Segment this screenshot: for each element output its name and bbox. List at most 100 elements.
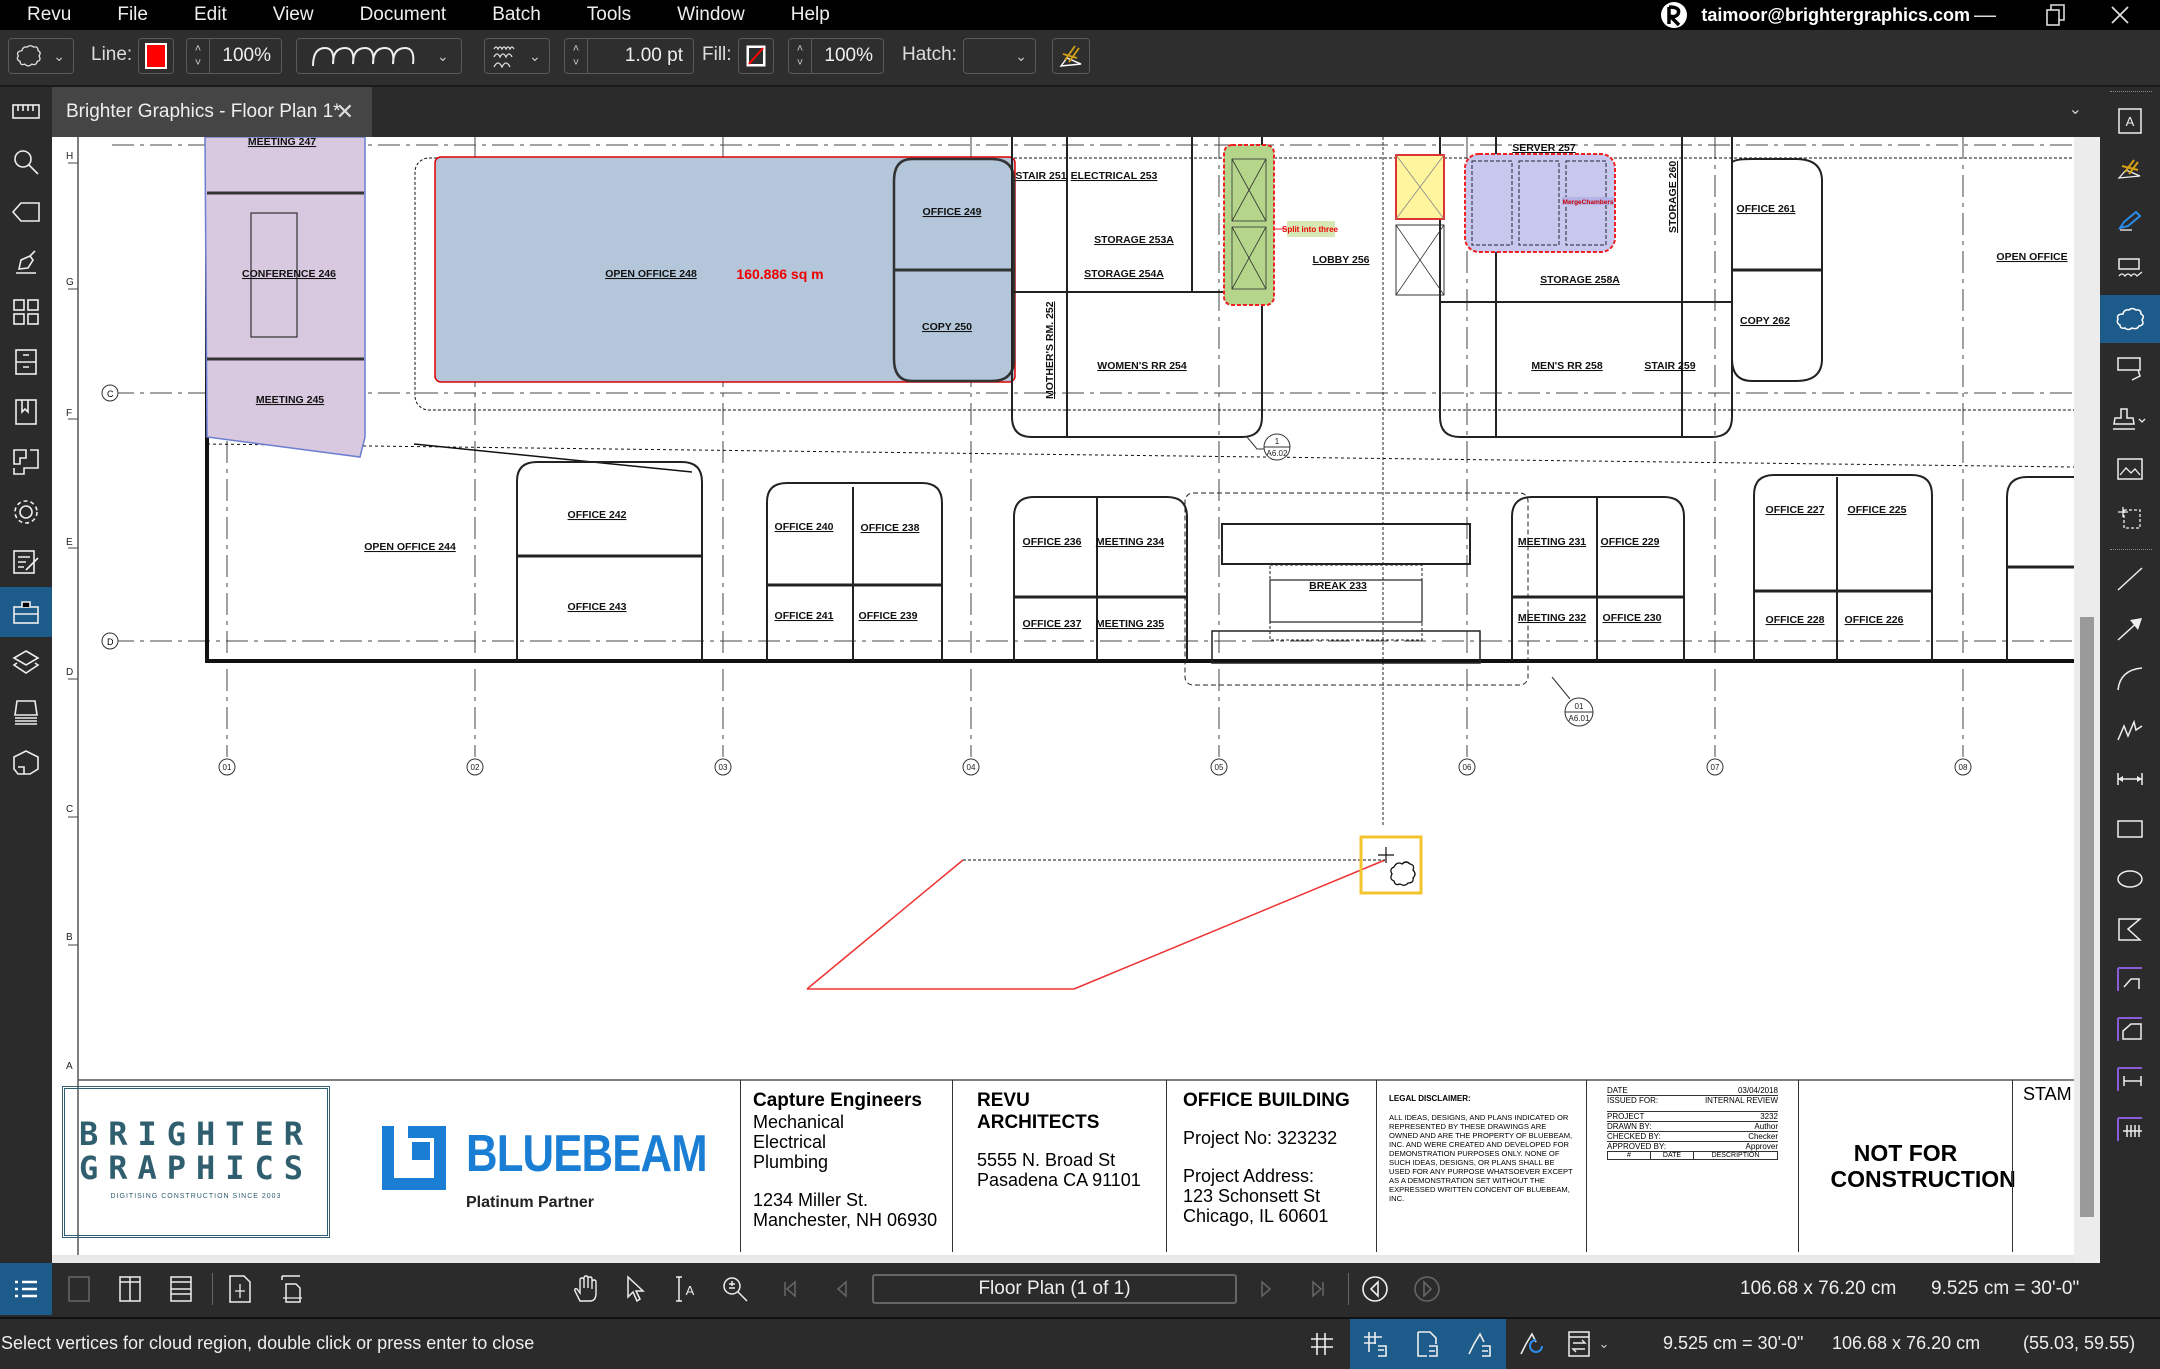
panel-list-button[interactable] [0,1263,52,1315]
menu-batch[interactable]: Batch [492,4,541,26]
format-painter-button[interactable] [1052,38,1090,74]
split-horizontal-button[interactable] [166,1273,196,1305]
zoom-tool-button[interactable] [720,1273,750,1305]
panel-measurements[interactable] [0,87,52,137]
single-page-view-button[interactable] [64,1273,94,1305]
polyline-tool[interactable] [2100,705,2160,753]
fill-opacity-field[interactable]: ˄ ˅ 100% [788,38,884,74]
panel-tool-chest[interactable] [0,587,52,637]
measure-length-tool[interactable] [2100,955,2160,1003]
line-style-dropdown[interactable]: ⌄ [296,38,462,74]
menu-file[interactable]: File [117,4,148,26]
panel-search[interactable] [0,137,52,187]
split-vertical-button[interactable] [115,1273,145,1305]
reuse-markup-toggle[interactable] [1506,1319,1558,1369]
next-page-button[interactable] [1254,1273,1278,1305]
bookmark-icon [15,399,37,425]
text-select-button[interactable]: A [670,1273,700,1305]
line-width-field[interactable]: ˄ ˅ 1.00 pt [564,38,694,74]
dimension-tool[interactable] [2100,755,2160,803]
fill-color-button[interactable] [738,38,774,74]
panel-signatures[interactable] [0,237,52,287]
rectangle-tool[interactable] [2100,805,2160,853]
menu-help[interactable]: Help [791,4,830,26]
drawing-sheet[interactable]: H G F E D C B A C D 01 02 03 04 05 06 07… [52,137,2074,1255]
panel-bookmarks[interactable] [0,387,52,437]
restore-button[interactable] [2036,0,2076,30]
scrollbar-thumb[interactable] [2080,617,2094,1217]
arrow-tool[interactable] [2100,605,2160,653]
scale-readout: 9.525 cm = 30'-0" [1931,1278,2080,1299]
hatch-dropdown[interactable]: ⌄ [963,38,1036,74]
panel-3d[interactable] [0,737,52,787]
image-icon [2117,458,2143,480]
measure-count-tool[interactable] [2100,1105,2160,1153]
image-tool[interactable] [2100,445,2160,493]
fit-width-button[interactable] [277,1273,307,1305]
snapshot-tool[interactable] [2100,495,2160,543]
menu-view[interactable]: View [273,4,314,26]
room-label: MEETING 231 [1518,536,1586,548]
menu-document[interactable]: Document [360,4,447,26]
menu-revu[interactable]: Revu [27,4,71,26]
menu-window[interactable]: Window [677,4,745,26]
line-opacity-field[interactable]: ˄ ˅ 100% [186,38,282,74]
next-view-button[interactable] [1412,1273,1442,1305]
measure-distance-tool[interactable] [2100,1055,2160,1103]
panel-properties[interactable] [0,487,52,537]
text-box-tool[interactable]: A [2100,97,2160,145]
first-page-button[interactable] [778,1273,802,1305]
arc-tool[interactable] [2100,655,2160,703]
measure-area-tool[interactable] [2100,1005,2160,1053]
highlight-tool[interactable] [2100,145,2160,193]
room-label: ELECTRICAL 253 [1071,170,1158,182]
fit-page-button[interactable] [225,1273,255,1305]
tabs-overflow-chevron-icon[interactable]: ⌄ [2069,99,2082,119]
panel-markups-list[interactable] [0,537,52,587]
snap-to-markup-toggle[interactable] [1454,1319,1506,1369]
sync-dropdown[interactable]: ⌄ [1558,1319,1618,1369]
row-label-f: F [66,408,72,419]
stamp-icon [2113,408,2146,430]
previous-view-button[interactable] [1360,1273,1390,1305]
menu-edit[interactable]: Edit [194,4,227,26]
callout-tool[interactable] [2100,345,2160,393]
panel-spaces[interactable] [0,437,52,487]
panel-file-access[interactable] [0,337,52,387]
close-window-button[interactable] [2100,0,2140,30]
line-color-button[interactable] [138,38,174,74]
snap-to-grid-toggle[interactable] [1350,1319,1402,1369]
pan-tool-button[interactable] [570,1273,600,1305]
page-selector[interactable]: Floor Plan (1 of 1) [872,1274,1237,1304]
panel-thumbnails[interactable] [0,287,52,337]
opacity-stepper[interactable]: ˄ ˅ [187,39,210,73]
panel-layers[interactable] [0,637,52,687]
snap-to-content-toggle[interactable] [1402,1319,1454,1369]
brighter-graphics-logo: BRIGHTER GRAPHICS DIGITISING CONSTRUCTIO… [62,1080,342,1252]
line-tool[interactable] [2100,555,2160,603]
polygon-tool[interactable] [2100,905,2160,953]
fill-opacity-stepper[interactable]: ˄ ˅ [789,39,812,73]
callout-cloud-tool[interactable] [2100,245,2160,293]
pen-tool[interactable] [2100,195,2160,243]
line-width-stepper[interactable]: ˄ ˅ [565,39,588,73]
account[interactable]: taimoor@brightergraphics.com [1659,0,1970,30]
grid-toggle[interactable] [1296,1319,1348,1369]
select-tool-button[interactable] [620,1273,650,1305]
previous-page-button[interactable] [830,1273,854,1305]
stamp-tool[interactable] [2100,395,2160,443]
vertical-scrollbar[interactable] [2074,137,2100,1263]
panel-sets[interactable] [0,687,52,737]
ellipse-tool[interactable] [2100,855,2160,903]
measure-count-icon [2117,1117,2142,1141]
cloud-tool[interactable] [2100,295,2160,343]
close-tab-icon[interactable]: ✕ [336,99,354,125]
document-canvas[interactable]: H G F E D C B A C D 01 02 03 04 05 06 07… [52,137,2100,1263]
last-page-button[interactable] [1306,1273,1330,1305]
tab-floor-plan[interactable]: Brighter Graphics - Floor Plan 1* ✕ [52,87,372,137]
cloud-intensity-dropdown[interactable]: ⌄ [484,38,550,74]
shape-tool-dropdown[interactable]: ⌄ [8,38,74,74]
menu-tools[interactable]: Tools [587,4,631,26]
minimize-button[interactable]: — [1965,0,2005,30]
panel-tags[interactable] [0,187,52,237]
